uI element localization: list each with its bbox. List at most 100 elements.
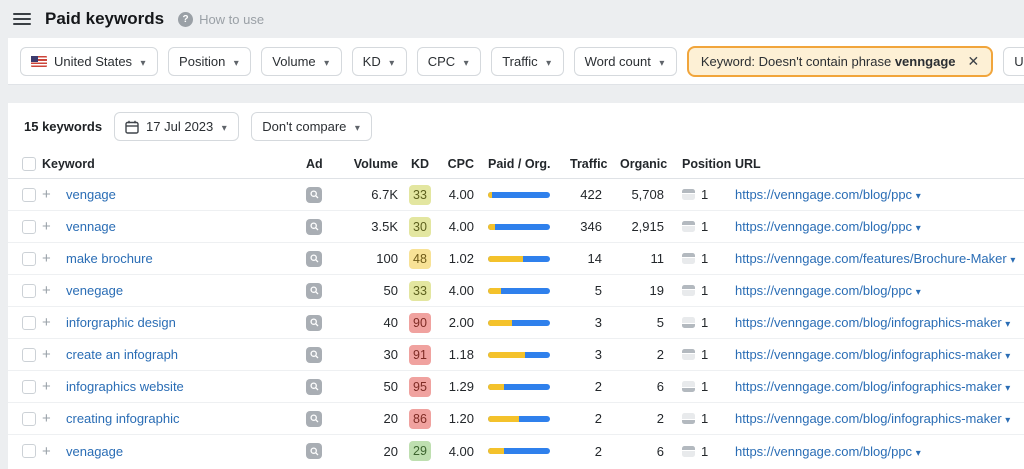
expand-plus-icon[interactable] xyxy=(42,282,51,299)
row-checkbox[interactable] xyxy=(22,220,36,234)
row-checkbox[interactable] xyxy=(22,284,36,298)
col-header-url[interactable]: URL xyxy=(735,157,1024,171)
keyword-link[interactable]: venegage xyxy=(66,283,123,298)
volume-filter-dropdown[interactable]: Volume xyxy=(261,47,341,76)
row-checkbox[interactable] xyxy=(22,252,36,266)
keyword-link[interactable]: venagage xyxy=(66,444,123,459)
col-header-organic[interactable]: Organic xyxy=(620,157,682,171)
col-header-traffic[interactable]: Traffic xyxy=(570,157,620,171)
expand-plus-icon[interactable] xyxy=(42,250,51,267)
url-link[interactable]: https://venngage.com/blog/ppc xyxy=(735,283,926,298)
col-header-kd[interactable]: KD xyxy=(398,157,442,171)
expand-plus-icon[interactable] xyxy=(42,378,51,395)
ad-preview-icon[interactable] xyxy=(306,187,322,203)
chevron-down-icon xyxy=(1005,411,1015,426)
kd-badge: 95 xyxy=(409,377,431,397)
volume-value: 3.5K xyxy=(336,219,398,234)
keyword-link[interactable]: infographics website xyxy=(66,379,184,394)
kd-badge: 33 xyxy=(409,281,431,301)
traffic-value: 346 xyxy=(570,219,620,234)
url-filter-dropdown[interactable]: URL xyxy=(1003,47,1024,76)
cpc-value: 1.20 xyxy=(442,411,484,426)
volume-value: 100 xyxy=(336,251,398,266)
url-link[interactable]: https://venngage.com/blog/infographics-m… xyxy=(735,379,1015,394)
country-filter-dropdown[interactable]: United States xyxy=(20,47,158,76)
ad-preview-icon[interactable] xyxy=(306,379,322,395)
expand-plus-icon[interactable] xyxy=(42,443,51,460)
cpc-filter-dropdown[interactable]: CPC xyxy=(417,47,481,76)
organic-value: 19 xyxy=(620,283,682,298)
col-header-cpc[interactable]: CPC xyxy=(442,157,484,171)
col-header-paid-org[interactable]: Paid / Org. xyxy=(484,157,570,171)
expand-plus-icon[interactable] xyxy=(42,346,51,363)
expand-plus-icon[interactable] xyxy=(42,410,51,427)
col-header-volume[interactable]: Volume xyxy=(336,157,398,171)
active-keyword-filter-chip[interactable]: Keyword: Doesn't contain phrase venngage… xyxy=(687,46,993,77)
url-link[interactable]: https://venngage.com/blog/infographics-m… xyxy=(735,411,1015,426)
ad-preview-icon[interactable] xyxy=(306,219,322,235)
table-row: creating infographic 20 86 1.20 2 2 1 ht… xyxy=(8,403,1024,435)
position-value: 1 xyxy=(701,347,708,362)
table-row: inforgraphic design 40 90 2.00 3 5 1 htt… xyxy=(8,307,1024,339)
ad-preview-icon[interactable] xyxy=(306,251,322,267)
ad-preview-icon[interactable] xyxy=(306,411,322,427)
expand-plus-icon[interactable] xyxy=(42,186,51,203)
volume-value: 50 xyxy=(336,283,398,298)
position-value: 1 xyxy=(701,411,708,426)
compare-dropdown[interactable]: Don't compare xyxy=(251,112,372,141)
chevron-down-icon xyxy=(232,54,240,69)
paid-org-bar xyxy=(488,320,550,326)
table-row: infographics website 50 95 1.29 2 6 1 ht… xyxy=(8,371,1024,403)
ad-preview-icon[interactable] xyxy=(306,443,322,459)
paid-org-bar xyxy=(488,256,550,262)
keyword-link[interactable]: vengage xyxy=(66,187,116,202)
keyword-link[interactable]: creating infographic xyxy=(66,411,179,426)
row-checkbox[interactable] xyxy=(22,188,36,202)
word-count-filter-dropdown[interactable]: Word count xyxy=(574,47,677,76)
url-link[interactable]: https://venngage.com/blog/infographics-m… xyxy=(735,347,1015,362)
chevron-down-icon xyxy=(1005,347,1015,362)
kd-badge: 91 xyxy=(409,345,431,365)
serp-position-icon xyxy=(682,413,695,424)
ad-preview-icon[interactable] xyxy=(306,315,322,331)
url-link[interactable]: https://venngage.com/blog/ppc xyxy=(735,219,926,234)
expand-plus-icon[interactable] xyxy=(42,314,51,331)
col-header-ad[interactable]: Ad xyxy=(306,157,336,171)
expand-plus-icon[interactable] xyxy=(42,218,51,235)
keyword-link[interactable]: vennage xyxy=(66,219,116,234)
row-checkbox[interactable] xyxy=(22,380,36,394)
ad-preview-icon[interactable] xyxy=(306,283,322,299)
keyword-link[interactable]: make brochure xyxy=(66,251,153,266)
url-link[interactable]: https://venngage.com/features/Brochure-M… xyxy=(735,251,1020,266)
volume-value: 40 xyxy=(336,315,398,330)
ad-preview-icon[interactable] xyxy=(306,347,322,363)
chevron-down-icon xyxy=(1005,315,1015,330)
date-picker-button[interactable]: 17 Jul 2023 xyxy=(114,112,239,141)
select-all-checkbox[interactable] xyxy=(22,157,36,171)
traffic-filter-dropdown[interactable]: Traffic xyxy=(491,47,563,76)
active-filter-text: Keyword: Doesn't contain phrase xyxy=(701,54,895,69)
chevron-down-icon xyxy=(916,283,926,298)
col-header-keyword[interactable]: Keyword xyxy=(42,157,306,171)
kd-badge: 90 xyxy=(409,313,431,333)
paid-bar-paid xyxy=(488,448,504,454)
chevron-down-icon xyxy=(353,119,361,134)
url-link[interactable]: https://venngage.com/blog/ppc xyxy=(735,187,926,202)
row-checkbox[interactable] xyxy=(22,412,36,426)
col-header-position[interactable]: Position xyxy=(682,157,735,171)
kd-filter-dropdown[interactable]: KD xyxy=(352,47,407,76)
keyword-link[interactable]: create an infograph xyxy=(66,347,178,362)
row-checkbox[interactable] xyxy=(22,444,36,458)
menu-icon[interactable] xyxy=(13,13,31,25)
cpc-value: 4.00 xyxy=(442,187,484,202)
close-icon[interactable]: ✕ xyxy=(968,54,980,68)
serp-position-icon xyxy=(682,221,695,232)
how-to-use-link[interactable]: ? How to use xyxy=(178,12,264,27)
row-checkbox[interactable] xyxy=(22,316,36,330)
keyword-link[interactable]: inforgraphic design xyxy=(66,315,176,330)
organic-value: 2 xyxy=(620,411,682,426)
position-filter-dropdown[interactable]: Position xyxy=(168,47,251,76)
url-link[interactable]: https://venngage.com/blog/ppc xyxy=(735,444,926,459)
url-link[interactable]: https://venngage.com/blog/infographics-m… xyxy=(735,315,1015,330)
row-checkbox[interactable] xyxy=(22,348,36,362)
